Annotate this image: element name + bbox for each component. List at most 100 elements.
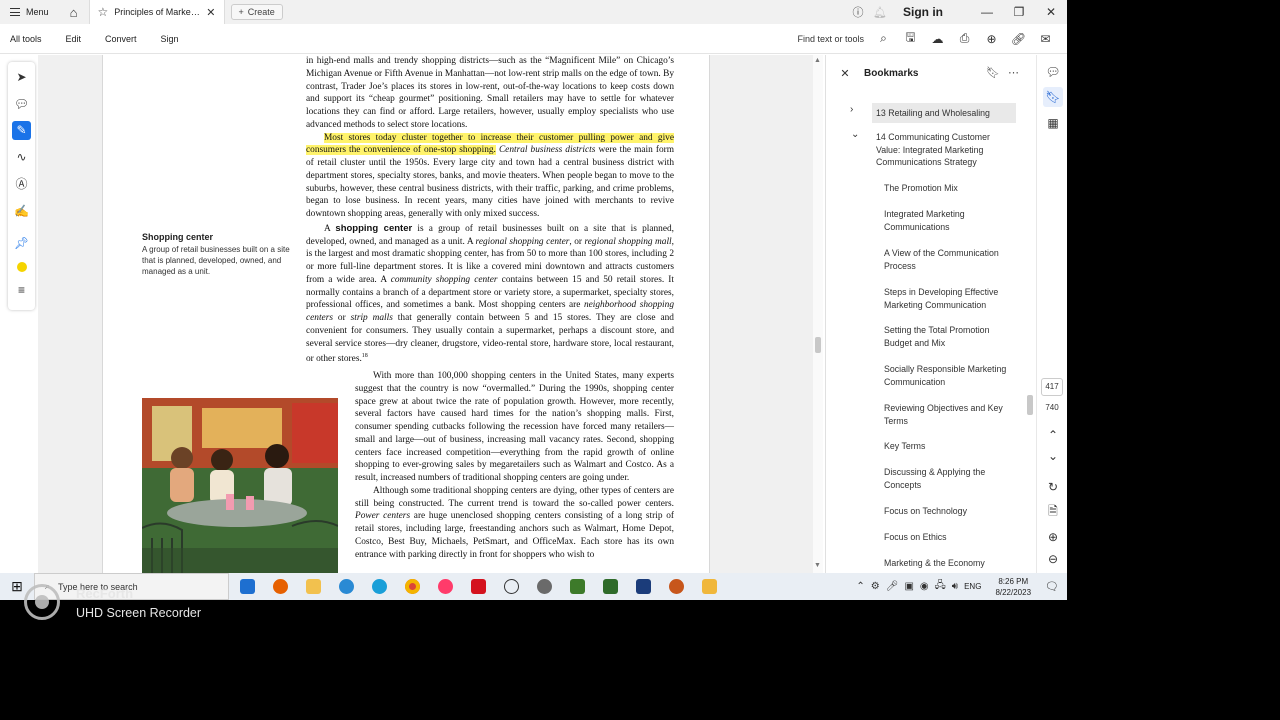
bookmark-item[interactable]: Setting the Total Promotion Budget and M… — [884, 324, 1014, 349]
find-text-button[interactable]: Find text or tools — [797, 34, 864, 44]
notification-bell-icon[interactable]: 🔔︎ — [869, 6, 891, 19]
refresh-icon[interactable]: ↻ — [1043, 477, 1063, 497]
bookmark-item[interactable]: Focus on Ethics — [884, 531, 1014, 544]
chat-icon[interactable] — [495, 573, 528, 600]
menu-convert[interactable]: Convert — [105, 34, 137, 44]
add-comment-icon[interactable]: 💬︎ — [12, 95, 31, 114]
share-user-icon[interactable]: ⊕ — [978, 32, 1005, 46]
bookmark-item[interactable]: Reviewing Objectives and Key Terms — [884, 402, 1014, 427]
italic-term: Central business districts — [498, 145, 596, 156]
recorder-subtitle: UHD Screen Recorder — [76, 606, 202, 620]
menu-edit[interactable]: Edit — [66, 34, 82, 44]
menu-all-tools[interactable]: All tools — [10, 34, 42, 44]
app-icon-green-2[interactable] — [594, 573, 627, 600]
shopping-photo — [142, 398, 338, 573]
settings-gear-icon[interactable] — [528, 573, 561, 600]
color-picker-dot[interactable] — [17, 262, 27, 272]
bookmarks-panel-icon[interactable]: 🔖︎ — [1043, 87, 1063, 107]
document-scrollbar[interactable]: ▲ ▼ — [813, 55, 823, 573]
page-number-input[interactable]: 417 — [1041, 378, 1063, 396]
acrobat-icon[interactable] — [462, 573, 495, 600]
create-button[interactable]: + Create — [230, 4, 283, 20]
recorder-app-icon[interactable] — [429, 573, 462, 600]
star-icon[interactable]: ☆ — [98, 5, 109, 19]
bookmark-item[interactable]: Key Terms — [884, 440, 1014, 453]
zoom-in-icon[interactable]: ⊕ — [1043, 527, 1063, 547]
bookmark-item[interactable]: Discussing & Applying the Concepts — [884, 466, 1014, 491]
scroll-down-arrow[interactable]: ▼ — [814, 562, 821, 569]
firefox-icon[interactable] — [264, 573, 297, 600]
save-icon[interactable]: 🖫 — [897, 28, 924, 49]
more-options-icon[interactable]: ⋯ — [1008, 66, 1019, 79]
menu-sign[interactable]: Sign — [161, 34, 179, 44]
edge-icon[interactable] — [363, 573, 396, 600]
home-icon[interactable]: ⌂ — [59, 0, 89, 24]
bookmark-item[interactable]: 14 Communicating Customer Value: Integra… — [876, 131, 1016, 169]
bookmark-item[interactable]: Socially Responsible Marketing Communica… — [884, 363, 1014, 388]
search-icon[interactable]: ⌕ — [870, 31, 897, 46]
paragraph-2: Most stores today cluster together to in… — [306, 132, 674, 221]
more-tools-icon[interactable]: ≡ — [12, 281, 31, 300]
chevron-up-icon[interactable]: ⌃ — [1043, 425, 1063, 445]
zoom-out-icon[interactable]: ⊖ — [1043, 549, 1063, 569]
key-term-shopping-center: shopping center — [335, 222, 413, 234]
close-panel-icon[interactable]: ✕ — [826, 67, 864, 80]
chevron-up-tray-icon[interactable]: ⌃ — [856, 581, 864, 592]
bookmark-item[interactable]: Focus on Technology — [884, 505, 1014, 518]
link-icon[interactable]: 🔗︎ — [1005, 32, 1032, 46]
scroll-thumb[interactable] — [815, 337, 821, 353]
thumbnails-grid-icon[interactable]: ▦ — [1043, 113, 1063, 133]
close-tab-icon[interactable]: ✕ — [206, 6, 215, 19]
window-close-icon[interactable]: ✕ — [1035, 5, 1067, 19]
restore-icon[interactable]: ❐ — [1003, 5, 1035, 19]
language-indicator[interactable]: ENG — [964, 582, 981, 591]
acrobat-window: Menu ⌂ ☆ Principles of Marketing... ✕ + … — [0, 0, 1067, 600]
cursor-icon[interactable]: ➤ — [12, 68, 31, 87]
microphone-icon[interactable]: 🎤︎ — [886, 581, 899, 592]
volume-icon[interactable]: 🔊︎ — [952, 581, 958, 592]
bookmark-item[interactable]: A View of the Communication Process — [884, 247, 1014, 272]
upload-cloud-icon[interactable]: ☁ — [924, 32, 951, 46]
email-icon[interactable]: ✉ — [1032, 32, 1059, 46]
bookmark-item[interactable]: Marketing & the Economy — [884, 557, 1014, 570]
tab-title: Principles of Marketing... — [114, 7, 201, 17]
media-player-icon[interactable] — [693, 573, 726, 600]
system-clock[interactable]: 8:26 PM 8/22/2023 — [995, 576, 1031, 598]
notification-center-icon[interactable]: 🗨 — [1045, 580, 1059, 593]
app-icon-blue[interactable] — [330, 573, 363, 600]
menu-label: Menu — [26, 7, 49, 17]
file-explorer-icon[interactable] — [297, 573, 330, 600]
tray-screen-icon[interactable]: ▣ — [904, 581, 913, 592]
bookmark-add-icon[interactable]: 🔖︎ — [986, 66, 1000, 79]
document-tab[interactable]: ☆ Principles of Marketing... ✕ — [88, 0, 225, 24]
bookmarks-scroll-thumb[interactable] — [1027, 395, 1033, 415]
text-box-icon[interactable]: Ⓐ — [12, 175, 31, 194]
bookmark-item[interactable]: Integrated Marketing Communications — [884, 208, 1014, 233]
bookmark-item[interactable]: The Promotion Mix — [884, 182, 1014, 195]
scroll-up-arrow[interactable]: ▲ — [814, 57, 821, 64]
freehand-draw-icon[interactable]: ∿ — [12, 148, 31, 167]
bookmarks-scrollbar[interactable] — [1026, 99, 1034, 569]
app-icon-navy[interactable] — [627, 573, 660, 600]
app-icon-green[interactable] — [561, 573, 594, 600]
bookmark-item[interactable]: Steps in Developing Effective Marketing … — [884, 286, 1014, 311]
comments-panel-icon[interactable]: 💬︎ — [1043, 62, 1063, 82]
highlight-pen-icon[interactable]: ✎ — [12, 121, 31, 140]
sign-pen-icon[interactable]: ✍ — [12, 202, 31, 221]
chrome-icon[interactable] — [396, 573, 429, 600]
network-icon[interactable]: 🖧 — [935, 578, 946, 595]
help-icon[interactable]: ⓘ — [847, 4, 869, 20]
minimize-icon[interactable]: — — [971, 5, 1003, 19]
print-icon[interactable]: ⎙ — [951, 31, 978, 46]
chevron-right-icon[interactable]: › — [850, 104, 853, 115]
pin-icon[interactable]: 📌︎ — [12, 234, 31, 253]
camera-icon[interactable]: ◉ — [920, 581, 929, 592]
chevron-down-page-icon[interactable]: ⌄ — [1043, 446, 1063, 466]
app-icon-orange[interactable] — [660, 573, 693, 600]
sign-in-button[interactable]: Sign in — [903, 5, 943, 19]
tray-app-icon[interactable]: ⚙ — [871, 581, 880, 592]
chevron-down-icon[interactable]: ⌄ — [851, 129, 859, 140]
bookmark-item-selected[interactable]: 13 Retailing and Wholesaling — [872, 103, 1016, 123]
menu-button[interactable]: Menu — [0, 0, 59, 24]
page-extract-icon[interactable]: 🗎 — [1043, 501, 1063, 521]
